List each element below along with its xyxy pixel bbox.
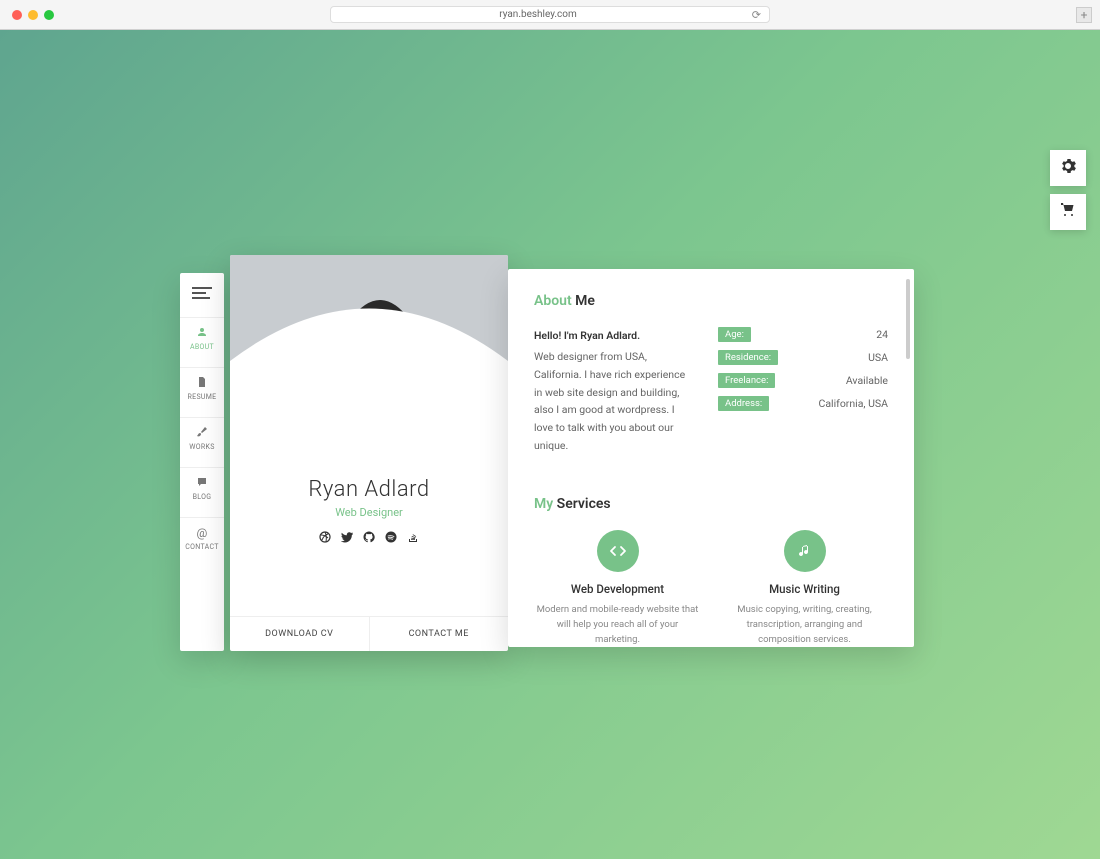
service-title: Web Development: [534, 582, 701, 596]
traffic-lights: [12, 10, 54, 20]
about-bio-text: Web designer from USA, California. I hav…: [534, 350, 685, 452]
heading-rest: Services: [553, 496, 610, 512]
new-tab-button[interactable]: +: [1076, 7, 1092, 23]
cart-button[interactable]: [1050, 194, 1086, 230]
url-text: ryan.beshley.com: [499, 9, 577, 20]
floating-buttons: [1050, 150, 1086, 230]
about-bio: Hello! I'm Ryan Adlard. Web designer fro…: [534, 327, 694, 455]
nav-label: WORKS: [189, 443, 214, 451]
service-desc: Music copying, writing, creating, transc…: [721, 602, 888, 647]
service-web: Web Development Modern and mobile-ready …: [534, 530, 701, 647]
heading-accent: About: [534, 293, 572, 309]
close-window-btn[interactable]: [12, 10, 22, 20]
at-icon: @: [196, 526, 207, 540]
nav-blog[interactable]: BLOG: [180, 467, 224, 509]
service-music: Music Writing Music copying, writing, cr…: [721, 530, 888, 647]
about-row: Hello! I'm Ryan Adlard. Web designer fro…: [534, 327, 888, 455]
page-background: ABOUT RESUME WORKS BLOG @: [0, 30, 1100, 859]
stackoverflow-icon[interactable]: [407, 531, 419, 546]
settings-button[interactable]: [1050, 150, 1086, 186]
person-icon: [197, 326, 207, 340]
about-greeting: Hello! I'm Ryan Adlard.: [534, 327, 694, 345]
download-cv-button[interactable]: DOWNLOAD CV: [230, 617, 370, 651]
cart-icon: [1060, 202, 1076, 222]
menu-toggle[interactable]: [192, 287, 212, 299]
chat-icon: [197, 476, 207, 490]
brush-icon: [197, 426, 207, 440]
about-heading: About Me: [534, 293, 888, 309]
sidebar: ABOUT RESUME WORKS BLOG @: [180, 273, 224, 651]
scrollbar[interactable]: [906, 279, 910, 637]
info-label: Address:: [718, 396, 769, 411]
info-label: Age:: [718, 327, 751, 342]
services-grid: Web Development Modern and mobile-ready …: [534, 530, 888, 647]
nav-about[interactable]: ABOUT: [180, 317, 224, 359]
info-value: USA: [868, 351, 888, 364]
info-row-freelance: Freelance: Available: [718, 373, 888, 388]
code-icon: [597, 530, 639, 572]
profile-actions: DOWNLOAD CV CONTACT ME: [230, 616, 508, 651]
dribbble-icon[interactable]: [319, 531, 331, 546]
nav-label: ABOUT: [190, 343, 214, 351]
profile-name: Ryan Adlard: [240, 477, 498, 502]
info-label: Freelance:: [718, 373, 775, 388]
profile-info: Ryan Adlard Web Designer: [230, 465, 508, 554]
info-label: Residence:: [718, 350, 778, 365]
minimize-window-btn[interactable]: [28, 10, 38, 20]
nav-label: BLOG: [193, 493, 212, 501]
nav-label: CONTACT: [185, 543, 218, 551]
info-value: 24: [876, 328, 888, 341]
github-icon[interactable]: [363, 531, 375, 546]
heading-rest: Me: [572, 293, 595, 309]
service-desc: Modern and mobile-ready website that wil…: [534, 602, 701, 647]
main-stage: ABOUT RESUME WORKS BLOG @: [180, 255, 914, 651]
nav-resume[interactable]: RESUME: [180, 367, 224, 409]
refresh-icon[interactable]: ⟳: [752, 8, 761, 21]
spotify-icon[interactable]: [385, 531, 397, 546]
browser-chrome: ryan.beshley.com ⟳ +: [0, 0, 1100, 30]
profile-role: Web Designer: [240, 506, 498, 519]
twitter-icon[interactable]: [341, 531, 353, 546]
nav-label: RESUME: [188, 393, 217, 401]
divider: [534, 477, 888, 478]
heading-accent: My: [534, 496, 553, 512]
info-row-address: Address: California, USA: [718, 396, 888, 411]
document-icon: [197, 376, 207, 390]
service-title: Music Writing: [721, 582, 888, 596]
info-row-residence: Residence: USA: [718, 350, 888, 365]
address-bar[interactable]: ryan.beshley.com ⟳: [330, 6, 770, 23]
profile-card: Ryan Adlard Web Designer: [230, 255, 508, 651]
contact-me-button[interactable]: CONTACT ME: [370, 617, 509, 651]
music-icon: [784, 530, 826, 572]
about-info-list: Age: 24 Residence: USA Freelance: Availa…: [718, 327, 888, 455]
nav-works[interactable]: WORKS: [180, 417, 224, 459]
info-row-age: Age: 24: [718, 327, 888, 342]
services-heading: My Services: [534, 496, 888, 512]
info-value: California, USA: [819, 397, 888, 410]
content-panel: About Me Hello! I'm Ryan Adlard. Web des…: [508, 269, 914, 647]
nav-contact[interactable]: @ CONTACT: [180, 517, 224, 559]
info-value: Available: [846, 374, 888, 387]
social-links: [240, 531, 498, 546]
gear-icon: [1060, 158, 1076, 178]
maximize-window-btn[interactable]: [44, 10, 54, 20]
profile-photo: [230, 255, 508, 465]
